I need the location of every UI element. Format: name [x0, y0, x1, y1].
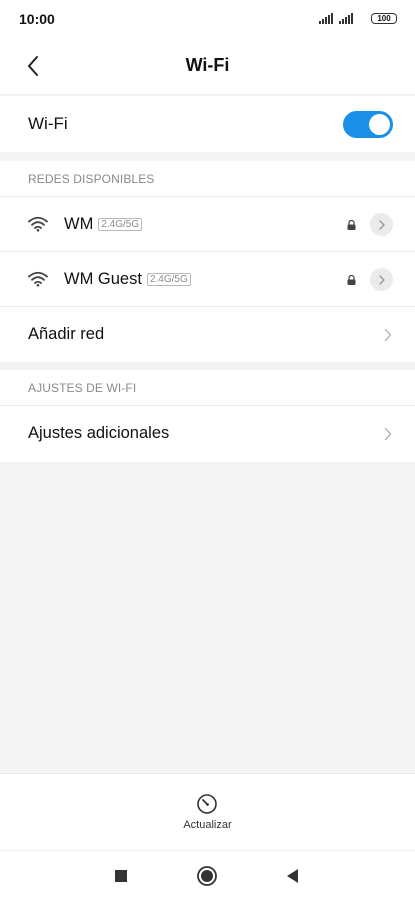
back-nav-button[interactable] [281, 865, 303, 887]
chevron-right-icon [378, 274, 385, 285]
lock-icon [347, 220, 356, 230]
wifi-settings-screen: 10:00 100 Wi-Fi Wi-Fi REDES DISPONIBLES [0, 0, 415, 900]
signal-icon-sim1 [319, 13, 333, 24]
wifi-toggle-row[interactable]: Wi-Fi [0, 96, 415, 152]
status-time: 10:00 [19, 10, 55, 27]
chevron-right-icon [378, 219, 385, 230]
band-badge: 2.4G/5G [146, 272, 191, 286]
home-button[interactable] [196, 865, 218, 887]
circle-icon [197, 866, 217, 886]
battery-level: 100 [377, 14, 391, 23]
refresh-icon [197, 794, 218, 814]
refresh-button[interactable]: Actualizar [183, 793, 232, 831]
wifi-switch[interactable] [343, 110, 393, 138]
switch-knob [369, 113, 390, 135]
signal-icon-sim2 [339, 13, 353, 24]
lock-icon [347, 275, 356, 285]
wifi-icon [28, 271, 48, 287]
band-badge: 2.4G/5G [98, 217, 143, 231]
refresh-label: Actualizar [183, 819, 232, 831]
chevron-left-icon[interactable] [22, 54, 46, 78]
additional-settings-row[interactable]: Ajustes adicionales [0, 406, 415, 461]
app-header: Wi-Fi [0, 37, 415, 95]
wifi-settings-section: AJUSTES DE WI-FI Ajustes adicionales [0, 370, 415, 462]
wifi-icon [28, 216, 48, 232]
chevron-right-icon [384, 328, 392, 341]
square-icon [115, 870, 127, 882]
status-bar: 10:00 100 [0, 0, 415, 37]
refresh-bar: Actualizar [0, 773, 415, 850]
add-network-row[interactable]: Añadir red [0, 307, 415, 362]
network-name: WM [64, 214, 94, 233]
section-heading-networks: REDES DISPONIBLES [0, 161, 415, 197]
network-row-wm[interactable]: WM 2.4G/5G [0, 197, 415, 252]
network-name: WM Guest [64, 269, 142, 288]
system-nav-bar [0, 850, 415, 900]
additional-settings-label: Ajustes adicionales [28, 424, 170, 442]
battery-icon: 100 [371, 13, 397, 24]
wifi-toggle-label: Wi-Fi [28, 114, 68, 133]
available-networks-section: REDES DISPONIBLES WM 2.4G/5G WM Guest 2.… [0, 161, 415, 362]
section-heading-wifi-settings: AJUSTES DE WI-FI [0, 370, 415, 406]
triangle-back-icon [287, 869, 298, 883]
network-row-wm-guest[interactable]: WM Guest 2.4G/5G [0, 252, 415, 307]
chevron-right-icon [384, 427, 392, 440]
recents-button[interactable] [110, 865, 132, 887]
network-details-button[interactable] [370, 268, 393, 291]
page-title: Wi-Fi [185, 55, 230, 75]
network-details-button[interactable] [370, 213, 393, 236]
add-network-label: Añadir red [28, 325, 105, 343]
status-icons: 100 [319, 13, 397, 24]
